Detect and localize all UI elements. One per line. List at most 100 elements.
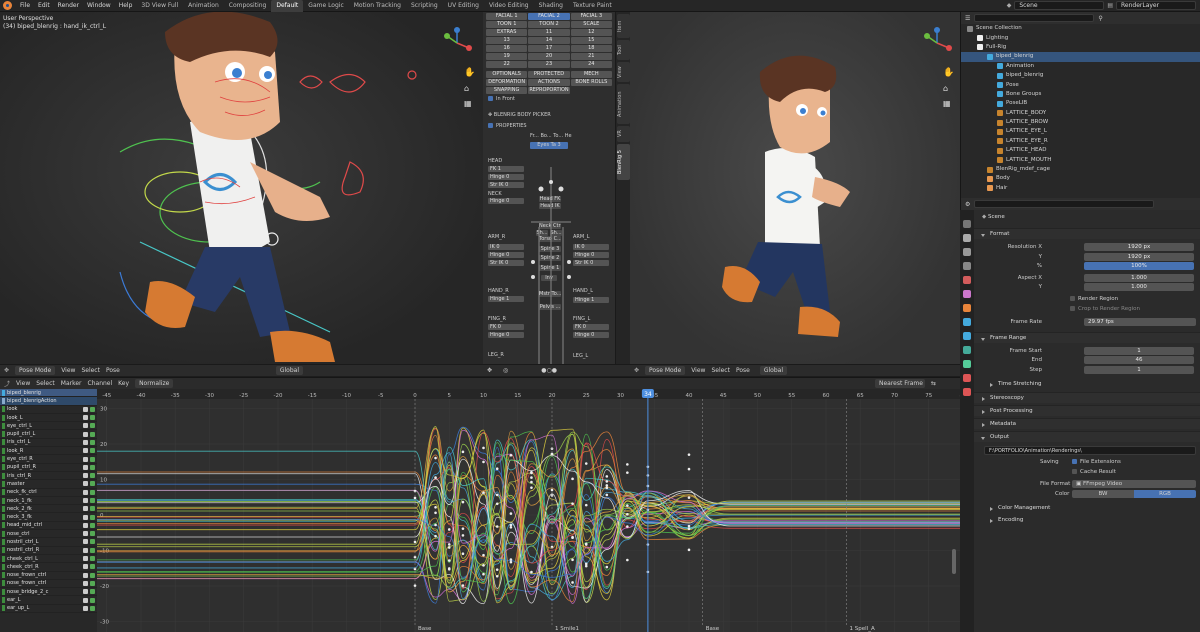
fing-r-fk-slider[interactable]: FK 0 xyxy=(488,324,524,330)
fing-r-hinge-slider[interactable]: Hinge 0 xyxy=(488,332,524,338)
keyframe-point[interactable] xyxy=(626,512,629,516)
menu-window[interactable]: Window xyxy=(83,2,115,9)
blender-logo-icon[interactable] xyxy=(3,1,12,10)
keyframe-point[interactable] xyxy=(482,446,485,450)
lock-icon[interactable] xyxy=(90,597,95,603)
keyframe-point[interactable] xyxy=(509,558,513,561)
keyframe-point[interactable] xyxy=(509,523,513,527)
visibility-icon[interactable] xyxy=(83,506,88,512)
pivot-select[interactable]: Nearest Frame xyxy=(874,379,925,388)
outliner-item[interactable]: LATTICE_BROW xyxy=(961,118,1200,127)
layer-button[interactable]: FACIAL 3 xyxy=(570,13,612,20)
tab-item[interactable]: Item xyxy=(617,14,630,38)
keyframe-point[interactable] xyxy=(571,536,574,540)
mode-select[interactable]: Pose Mode xyxy=(15,366,56,375)
frame-step-field[interactable]: 1 xyxy=(1084,366,1194,374)
lock-icon[interactable] xyxy=(90,489,95,495)
menu-render[interactable]: Render xyxy=(54,2,83,9)
outliner-item[interactable]: LATTICE_BODY xyxy=(961,109,1200,118)
keyframe-point[interactable] xyxy=(530,480,533,484)
keyframe-point[interactable] xyxy=(482,564,485,567)
pose-menu[interactable]: Pose xyxy=(106,367,120,374)
camera-right-icon[interactable]: ⌂ xyxy=(943,84,948,93)
frame-start-field[interactable]: 1 xyxy=(1084,347,1194,355)
keyframe-point[interactable] xyxy=(509,560,513,564)
layer-button[interactable]: 24 xyxy=(570,61,612,68)
tool-tab-icon[interactable] xyxy=(963,220,971,228)
lock-icon[interactable] xyxy=(90,531,95,537)
visibility-icon[interactable] xyxy=(83,539,88,545)
fing-l-fk-slider[interactable]: FK 0 xyxy=(573,324,609,330)
keyframe-point[interactable] xyxy=(461,534,465,537)
graph-editor-canvas[interactable]: -50-45-40-35-30-25-20-15-10-505101520253… xyxy=(97,389,960,632)
visibility-icon[interactable] xyxy=(83,522,88,528)
keyframe-point[interactable] xyxy=(509,525,513,529)
keyframe-point[interactable] xyxy=(461,584,465,587)
outliner-item[interactable]: PoseLIB xyxy=(961,99,1200,108)
keyframe-point[interactable] xyxy=(495,568,499,571)
neck-hinge-slider[interactable]: Hinge 0 xyxy=(488,198,524,204)
layer-button[interactable]: SCALE xyxy=(570,21,612,28)
properties-toggle[interactable]: PROPERTIES xyxy=(488,123,527,129)
aspect-x-field[interactable]: 1.000 xyxy=(1084,274,1194,282)
tab-view[interactable]: View xyxy=(617,62,630,82)
outliner-item[interactable]: Full-Rig xyxy=(961,43,1200,52)
particles-tab-icon[interactable] xyxy=(963,332,971,340)
grid-right-icon[interactable]: ▦ xyxy=(943,99,951,108)
visibility-icon[interactable] xyxy=(83,439,88,445)
marker-label[interactable]: Base xyxy=(418,626,432,632)
keyframe-point[interactable] xyxy=(605,480,609,483)
outliner-type-icon[interactable]: ☰ xyxy=(965,15,970,22)
render-region-toggle[interactable]: Render Region xyxy=(1070,296,1118,302)
visibility-icon[interactable] xyxy=(83,564,88,570)
frame-end-field[interactable]: 46 xyxy=(1084,356,1194,364)
shading-icon[interactable]: ●○● xyxy=(541,367,557,374)
grid-icon[interactable]: ▦ xyxy=(464,99,474,109)
keyframe-point[interactable] xyxy=(626,471,629,474)
outliner-item[interactable]: Hair xyxy=(961,184,1200,193)
keyframe-point[interactable] xyxy=(687,527,691,530)
visibility-icon[interactable] xyxy=(83,456,88,462)
keyframe-point[interactable] xyxy=(447,528,451,531)
f-curve-graph[interactable]: -50-45-40-35-30-25-20-15-10-505101520253… xyxy=(97,389,960,632)
graph-select-menu[interactable]: Select xyxy=(36,380,55,387)
aspect-y-field[interactable]: 1.000 xyxy=(1084,283,1194,291)
frame-range-section[interactable]: Frame Range xyxy=(974,332,1200,343)
fing-l-hinge-slider[interactable]: Hinge 0 xyxy=(573,332,609,338)
physics-tab-icon[interactable] xyxy=(963,346,971,354)
layer-button[interactable]: 17 xyxy=(528,45,570,52)
visibility-icon[interactable] xyxy=(83,448,88,454)
hand-l-hinge-slider[interactable]: Hinge 1 xyxy=(573,297,609,303)
keyframe-point[interactable] xyxy=(495,493,499,497)
marker-label[interactable]: 1 Spell_A xyxy=(850,626,875,632)
view-layer-tab-icon[interactable] xyxy=(963,262,971,270)
keyframe-point[interactable] xyxy=(495,502,499,506)
lock-icon[interactable] xyxy=(90,556,95,562)
mode-select-right[interactable]: Pose Mode xyxy=(645,366,686,375)
group-button[interactable]: DEFORMATION xyxy=(486,79,528,86)
head-stretch-slider[interactable]: Str IK 0 xyxy=(488,182,524,188)
graph-channel-menu[interactable]: Channel xyxy=(88,380,113,387)
in-front-toggle[interactable]: In Front xyxy=(488,96,515,102)
snap-icon[interactable]: ⇆ xyxy=(931,380,936,387)
navigation-gizmo-right-icon[interactable] xyxy=(920,26,954,60)
keyframe-point[interactable] xyxy=(626,558,629,562)
orientation-select-right[interactable]: Global xyxy=(759,366,787,375)
keyframe-point[interactable] xyxy=(687,548,691,552)
outliner-item[interactable]: Bone Groups xyxy=(961,90,1200,99)
post-processing-section[interactable]: Post Processing xyxy=(974,405,1200,416)
keyframe-point[interactable] xyxy=(530,570,533,574)
tab-animation[interactable]: Animation xyxy=(617,84,630,124)
view-menu[interactable]: View xyxy=(61,367,75,374)
graph-key-menu[interactable]: Key xyxy=(118,380,129,387)
keyframe-point[interactable] xyxy=(605,484,609,487)
modifier-tab-icon[interactable] xyxy=(963,318,971,326)
menu-file[interactable]: File xyxy=(16,2,34,9)
arm-r-hinge-slider[interactable]: Hinge 0 xyxy=(488,252,524,258)
lock-icon[interactable] xyxy=(90,522,95,528)
keyframe-point[interactable] xyxy=(550,452,554,456)
keyframe-point[interactable] xyxy=(584,462,588,465)
overlay-icon[interactable]: ◎ xyxy=(503,367,508,374)
constraints-tab-icon[interactable] xyxy=(963,360,971,368)
layer-button[interactable]: 19 xyxy=(486,53,528,60)
